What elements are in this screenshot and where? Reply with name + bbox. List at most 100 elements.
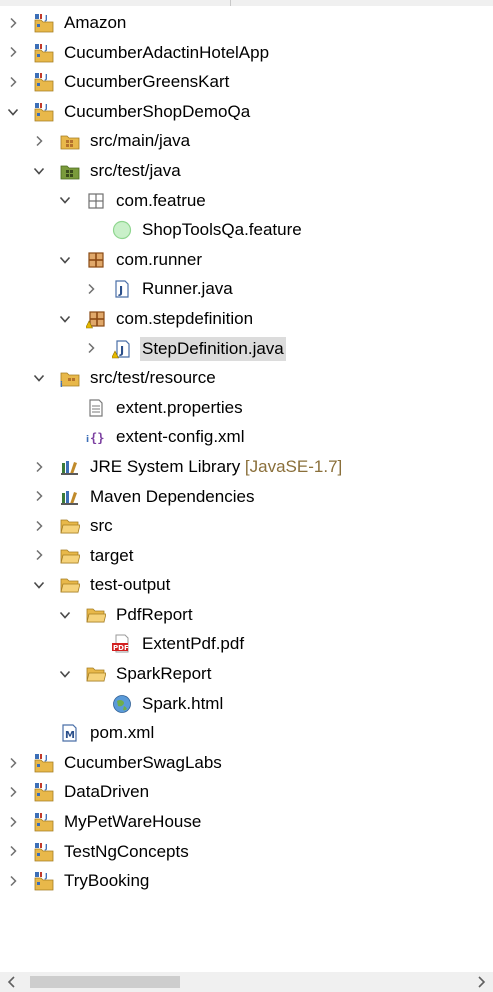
java-file-icon: J xyxy=(112,279,132,299)
tree-item-testngconcepts[interactable]: J TestNgConcepts xyxy=(0,837,493,867)
library-icon xyxy=(60,457,80,477)
scroll-left-arrow-icon[interactable] xyxy=(2,972,22,992)
chevron-down-icon[interactable] xyxy=(32,363,46,393)
tree-item-cucumbershopdemoqa[interactable]: J CucumberShopDemoQa xyxy=(0,97,493,127)
tree-item-src-test-java[interactable]: src/test/java xyxy=(0,156,493,186)
tree-item-label: CucumberAdactinHotelApp xyxy=(62,41,271,65)
chevron-right-icon[interactable] xyxy=(84,274,98,304)
xml-file-icon: i {} xyxy=(86,427,106,447)
svg-text:J: J xyxy=(44,73,48,81)
maven-pom-icon: M xyxy=(60,723,80,743)
svg-text:J: J xyxy=(44,872,48,880)
folder-icon xyxy=(60,575,81,595)
tree-item-com-runner[interactable]: com.runner xyxy=(0,245,493,275)
tree-item-pom-xml[interactable]: Mpom.xml xyxy=(0,718,493,748)
tree-item-decoration: [JavaSE-1.7] xyxy=(240,456,343,476)
cucumber-feature-icon xyxy=(112,220,132,240)
horizontal-scrollbar[interactable] xyxy=(0,972,493,992)
chevron-right-icon[interactable] xyxy=(84,334,98,364)
tree-item-text: CucumberAdactinHotelApp xyxy=(64,42,270,62)
maven-project-icon: J xyxy=(34,871,54,891)
tree-item-src-test-resource[interactable]: i src/test/resource xyxy=(0,363,493,393)
test-source-folder-icon xyxy=(60,161,80,181)
svg-text:J: J xyxy=(44,783,48,791)
tree-item-stepdefinition-java[interactable]: J StepDefinition.java xyxy=(0,334,493,364)
tree-item-pdfreport[interactable]: PdfReport xyxy=(0,600,493,630)
tree-item-cucumberswaglabs[interactable]: J CucumberSwagLabs xyxy=(0,748,493,778)
chevron-right-icon[interactable] xyxy=(32,482,46,512)
tree-item-label: extent.properties xyxy=(114,396,245,420)
tree-item-com-featrue[interactable]: com.featrue xyxy=(0,186,493,216)
chevron-right-icon[interactable] xyxy=(6,8,20,38)
tree-item-text: pom.xml xyxy=(90,723,155,743)
tree-item-label: ShopToolsQa.feature xyxy=(140,218,304,242)
chevron-right-icon[interactable] xyxy=(32,541,46,571)
tree-item-sparkreport[interactable]: SparkReport xyxy=(0,659,493,689)
tree-item-label: com.stepdefinition xyxy=(114,307,255,331)
chevron-down-icon[interactable] xyxy=(58,659,72,689)
scroll-right-arrow-icon[interactable] xyxy=(471,972,491,992)
tree-item-label: CucumberGreensKart xyxy=(62,70,231,94)
tree-item-text: CucumberGreensKart xyxy=(64,72,230,92)
tree-item-text: test-output xyxy=(90,575,171,595)
tree-item-target[interactable]: target xyxy=(0,541,493,571)
tree-item-runner-java[interactable]: J Runner.java xyxy=(0,274,493,304)
tree-item-trybooking[interactable]: J TryBooking xyxy=(0,866,493,896)
tree-item-mypetwarehouse[interactable]: J MyPetWareHouse xyxy=(0,807,493,837)
chevron-down-icon[interactable] xyxy=(32,156,46,186)
tree-item-text: Spark.html xyxy=(142,693,224,713)
chevron-down-icon[interactable] xyxy=(6,97,20,127)
chevron-down-icon[interactable] xyxy=(58,600,72,630)
tree-item-text: ExtentPdf.pdf xyxy=(142,634,245,654)
tree-item-text: com.runner xyxy=(116,249,202,269)
chevron-right-icon[interactable] xyxy=(6,837,20,867)
chevron-down-icon[interactable] xyxy=(58,186,72,216)
chevron-right-icon[interactable] xyxy=(6,777,20,807)
tree-item-src-main-java[interactable]: src/main/java xyxy=(0,126,493,156)
tree-item-label: Spark.html xyxy=(140,692,225,716)
svg-text:J: J xyxy=(44,813,48,821)
tree-item-extent-config-xml[interactable]: i {} extent-config.xml xyxy=(0,422,493,452)
empty-package-icon xyxy=(86,191,106,211)
tree-item-label: TestNgConcepts xyxy=(62,840,191,864)
chevron-right-icon[interactable] xyxy=(6,807,20,837)
maven-project-icon: J xyxy=(34,13,54,33)
maven-project-icon: J xyxy=(34,102,54,122)
folder-icon xyxy=(86,664,107,684)
chevron-right-icon[interactable] xyxy=(6,748,20,778)
tree-item-jre-system-library[interactable]: JRE System Library [JavaSE-1.7] xyxy=(0,452,493,482)
tree-item-cucumberadactinhotelapp[interactable]: J CucumberAdactinHotelApp xyxy=(0,38,493,68)
folder-icon xyxy=(60,546,81,566)
svg-text:PDF: PDF xyxy=(113,644,129,652)
chevron-down-icon[interactable] xyxy=(32,570,46,600)
tree-item-cucumbergreenskart[interactable]: J CucumberGreensKart xyxy=(0,67,493,97)
chevron-down-icon[interactable] xyxy=(58,245,72,275)
chevron-right-icon[interactable] xyxy=(6,67,20,97)
tree-item-text: SparkReport xyxy=(116,664,212,684)
chevron-right-icon[interactable] xyxy=(6,866,20,896)
chevron-right-icon[interactable] xyxy=(32,452,46,482)
tree-item-label: extent-config.xml xyxy=(114,425,247,449)
tree-item-text: MyPetWareHouse xyxy=(64,812,202,832)
tree-item-extent-properties[interactable]: extent.properties xyxy=(0,393,493,423)
chevron-down-icon[interactable] xyxy=(58,304,72,334)
tree-item-amazon[interactable]: J Amazon xyxy=(0,8,493,38)
tree-item-test-output[interactable]: test-output xyxy=(0,570,493,600)
package-icon xyxy=(86,250,106,270)
tree-item-spark-html[interactable]: Spark.html xyxy=(0,689,493,719)
chevron-right-icon[interactable] xyxy=(6,38,20,68)
chevron-right-icon[interactable] xyxy=(32,126,46,156)
tree-item-text: src/test/resource xyxy=(90,368,216,388)
tree-item-shoptoolsqa-feature[interactable]: ShopToolsQa.feature xyxy=(0,215,493,245)
tree-item-label: pom.xml xyxy=(88,721,156,745)
scrollbar-thumb[interactable] xyxy=(30,976,180,988)
tree-item-extentpdf-pdf[interactable]: PDF ExtentPdf.pdf xyxy=(0,629,493,659)
tree-item-datadriven[interactable]: J DataDriven xyxy=(0,777,493,807)
tree-item-maven-dependencies[interactable]: Maven Dependencies xyxy=(0,482,493,512)
tree-item-com-stepdefinition[interactable]: com.stepdefinition xyxy=(0,304,493,334)
tree-item-label: TryBooking xyxy=(62,869,151,893)
chevron-right-icon[interactable] xyxy=(32,511,46,541)
svg-text:J: J xyxy=(119,344,124,357)
tree-item-label: test-output xyxy=(88,573,172,597)
tree-item-src[interactable]: src xyxy=(0,511,493,541)
